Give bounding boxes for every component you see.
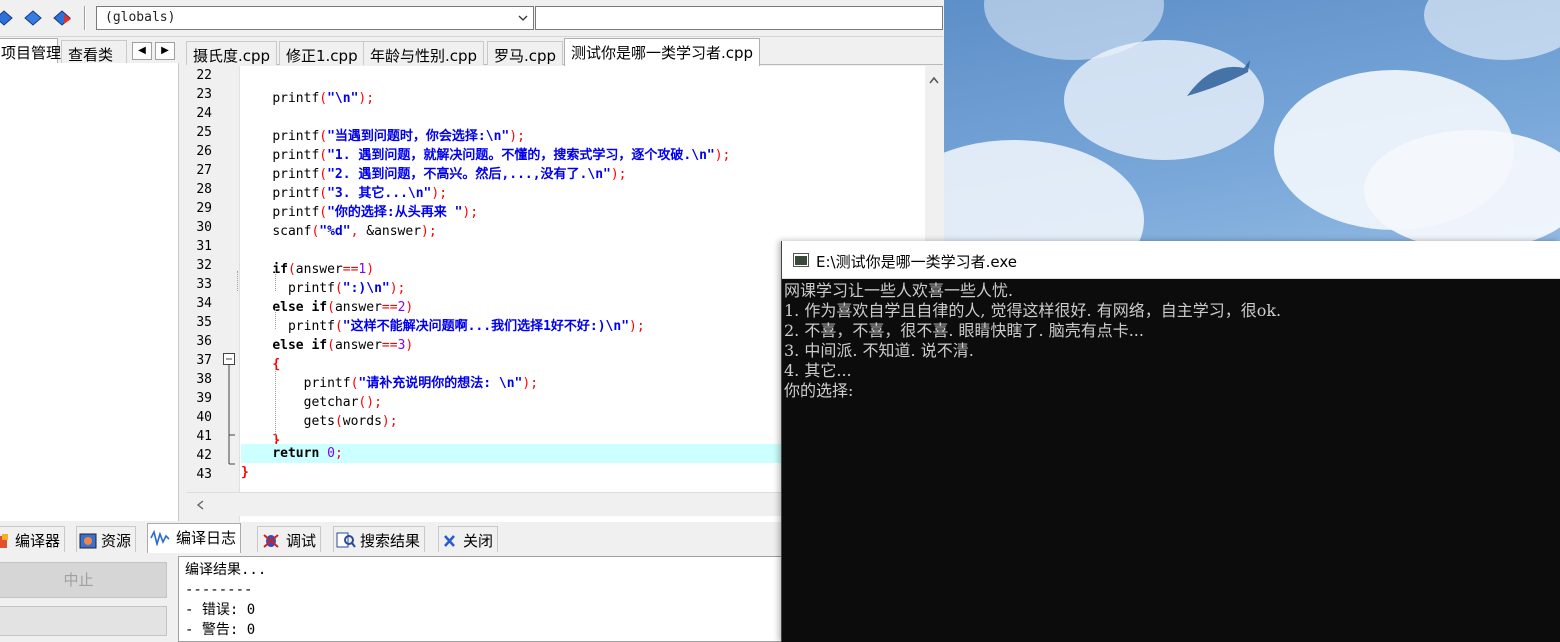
indent-guide	[275, 309, 276, 329]
line-number: 39	[196, 391, 212, 406]
console-line: 2. 不喜，不喜，很不喜. 眼睛快瞎了. 脑壳有点卡...	[784, 321, 1144, 340]
tab-debug[interactable]: 调试	[257, 526, 322, 552]
console-app-icon	[793, 253, 809, 267]
console-title: E:\测试你是哪一类学习者.exe	[816, 253, 1017, 271]
scope-combobox[interactable]: (globals)	[96, 6, 534, 30]
project-tree[interactable]	[0, 63, 179, 521]
chevron-left-icon[interactable]	[196, 500, 204, 510]
function-combobox[interactable]	[535, 6, 943, 30]
bookmark-prev-icon[interactable]	[0, 8, 14, 28]
line-number: 29	[196, 201, 212, 216]
line-number: 30	[196, 220, 212, 235]
secondary-button[interactable]	[0, 606, 167, 636]
line-number: 37	[196, 353, 212, 368]
search-results-icon	[336, 532, 356, 548]
tab-compiler[interactable]: 编译器	[0, 526, 66, 552]
line-number: 35	[196, 315, 212, 330]
close-icon	[444, 535, 455, 547]
console-line: 4. 其它...	[784, 361, 852, 380]
line-number: 32	[196, 258, 212, 273]
file-tabs: 摄氏度.cpp 修正1.cpp 年龄与性别.cpp 罗马.cpp 测试你是哪一类…	[186, 38, 943, 66]
code-line: printf("3. 其它...\n");	[272, 186, 448, 201]
line-number: 36	[196, 334, 212, 349]
line-number: 40	[196, 410, 212, 425]
line-number: 25	[196, 125, 212, 140]
tab-class-view[interactable]: 查看类	[61, 40, 127, 64]
console-line: 你的选择:	[784, 381, 854, 400]
tab-compile-log[interactable]: 编译日志	[147, 523, 242, 553]
tab-resources[interactable]: 资源	[76, 526, 137, 552]
tab-label: 编译器	[15, 532, 61, 550]
tab-label: 关闭	[463, 532, 494, 550]
resources-icon	[79, 533, 97, 549]
line-number: 42	[196, 448, 212, 463]
compile-log-icon	[150, 529, 170, 548]
indent-guide	[275, 366, 276, 442]
line-number: 33	[196, 277, 212, 292]
file-tab[interactable]: 修正1.cpp	[279, 41, 365, 65]
line-number: 43	[196, 467, 212, 482]
bookmark-toggle-icon[interactable]	[23, 8, 43, 28]
console-line: 1. 作为喜欢自学且自律的人, 觉得这样很好. 有网络，自主学习，很ok.	[784, 301, 1282, 320]
indent-guide	[237, 271, 238, 291]
console-line: 网课学习让一些人欢喜一些人忧.	[784, 281, 1014, 300]
line-number: 31	[196, 239, 212, 254]
file-tab[interactable]: 年龄与性别.cpp	[363, 41, 485, 65]
chevron-down-icon[interactable]	[518, 13, 528, 23]
line-number: 22	[196, 68, 212, 83]
compiler-icon	[0, 534, 8, 548]
bookmark-next-icon[interactable]	[52, 8, 72, 28]
code-line: printf("2. 遇到问题，不高兴。然后,...,没有了.\n");	[272, 167, 627, 182]
whale-illustration	[1187, 60, 1250, 96]
line-number: 38	[196, 372, 212, 387]
toolbar: (globals)	[0, 0, 943, 37]
console-window[interactable]: E:\测试你是哪一类学习者.exe 网课学习让一些人欢喜一些人忧. 1. 作为喜…	[781, 241, 1560, 642]
tab-project-manager[interactable]: 项目管理	[0, 38, 61, 64]
tab-scroll-left-button[interactable]: ◀	[132, 42, 152, 60]
console-line: 3. 中间派. 不知道. 说不清.	[784, 341, 974, 360]
stop-button[interactable]: 中止	[0, 562, 167, 598]
line-number: 23	[196, 87, 212, 102]
indent-guide	[275, 271, 276, 291]
file-tab[interactable]: 摄氏度.cpp	[186, 41, 278, 65]
tab-label: 资源	[101, 532, 132, 550]
fold-markers	[223, 353, 235, 465]
chevron-up-icon[interactable]	[929, 76, 939, 84]
left-panel-tabs: 项目管理 查看类 ◀ ▶	[0, 38, 184, 64]
line-number: 26	[196, 144, 212, 159]
tab-close[interactable]: 关闭	[438, 526, 499, 552]
code-line: printf("当遇到问题时，你会选择:\n");	[272, 129, 525, 144]
tab-label: 搜索结果	[360, 532, 421, 550]
line-number: 28	[196, 182, 212, 197]
code-line: printf("1. 遇到问题，就解决问题。不懂的，搜索式学习，逐个攻破.\n"…	[272, 148, 731, 163]
scope-value: (globals)	[105, 10, 176, 25]
console-output[interactable]: 网课学习让一些人欢喜一些人忧. 1. 作为喜欢自学且自律的人, 觉得这样很好. …	[782, 281, 1560, 642]
code-line: scanf("%d", &answer);	[272, 224, 437, 239]
tab-scroll-right-button[interactable]: ▶	[155, 42, 175, 60]
console-title-bar[interactable]: E:\测试你是哪一类学习者.exe	[782, 241, 1560, 279]
line-number: 34	[196, 296, 212, 311]
tab-search-results[interactable]: 搜索结果	[333, 526, 426, 552]
code-line: printf("你的选择:从头再来 ");	[272, 205, 479, 220]
tab-label: 编译日志	[176, 529, 237, 547]
tab-label: 调试	[286, 532, 317, 550]
debug-bug-icon	[263, 534, 279, 548]
file-tab[interactable]: 罗马.cpp	[487, 41, 564, 65]
line-number: 41	[196, 429, 212, 444]
line-number: 24	[196, 106, 212, 121]
line-number: 27	[196, 163, 212, 178]
file-tab-active[interactable]: 测试你是哪一类学习者.cpp	[564, 38, 761, 66]
code-line: printf("\n");	[272, 91, 375, 106]
toolbar-separator	[84, 6, 86, 30]
